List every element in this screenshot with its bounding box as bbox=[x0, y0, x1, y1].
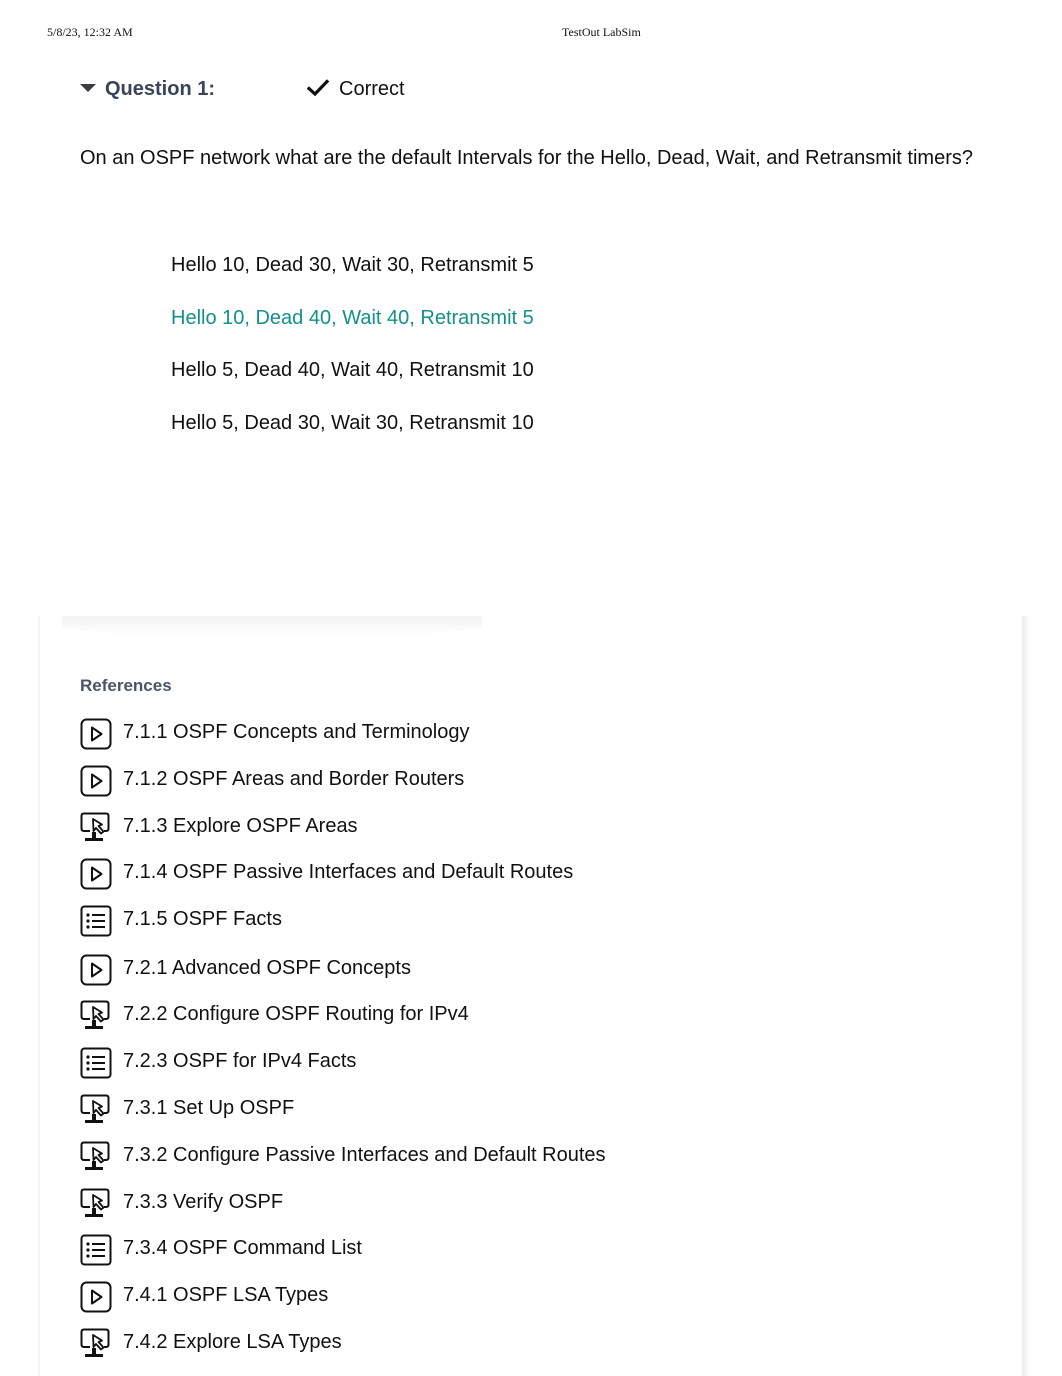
reference-label: 7.2.1 Advanced OSPF Concepts bbox=[123, 957, 411, 979]
reference-link[interactable]: 7.3.4 OSPF Command List bbox=[80, 1234, 780, 1266]
reference-link[interactable]: 7.2.2 Configure OSPF Routing for IPv4 bbox=[80, 1000, 780, 1032]
answer-option[interactable]: Hello 5, Dead 40, Wait 40, Retransmit 10 bbox=[171, 355, 534, 408]
checkmark-icon bbox=[306, 79, 330, 97]
demo-icon bbox=[80, 1328, 110, 1357]
reference-label: 7.3.4 OSPF Command List bbox=[123, 1237, 362, 1259]
answer-option[interactable]: Hello 5, Dead 30, Wait 30, Retransmit 10 bbox=[171, 408, 534, 461]
reference-link[interactable]: 7.1.5 OSPF Facts bbox=[80, 905, 780, 937]
print-date: 5/8/23, 12:32 AM bbox=[47, 25, 133, 39]
reference-link[interactable]: 7.1.3 Explore OSPF Areas bbox=[80, 812, 780, 844]
question-text: On an OSPF network what are the default … bbox=[80, 147, 973, 169]
references-title: References bbox=[80, 676, 172, 695]
result-status: Correct bbox=[339, 78, 405, 100]
answer-option[interactable]: Hello 10, Dead 30, Wait 30, Retransmit 5 bbox=[171, 250, 534, 303]
demo-icon bbox=[80, 1000, 110, 1029]
reference-label: 7.1.5 OSPF Facts bbox=[123, 908, 282, 930]
reference-link[interactable]: 7.1.4 OSPF Passive Interfaces and Defaul… bbox=[80, 858, 780, 890]
reference-label: 7.4.2 Explore LSA Types bbox=[123, 1331, 342, 1353]
reference-link[interactable]: 7.3.3 Verify OSPF bbox=[80, 1188, 780, 1220]
list-icon bbox=[80, 905, 112, 937]
reference-label: 7.1.1 OSPF Concepts and Terminology bbox=[123, 721, 470, 743]
answer-list: Hello 10, Dead 30, Wait 30, Retransmit 5… bbox=[171, 250, 534, 461]
reference-link[interactable]: 7.1.2 OSPF Areas and Border Routers bbox=[80, 765, 780, 797]
reference-link[interactable]: 7.4.1 OSPF LSA Types bbox=[80, 1281, 780, 1313]
reference-label: 7.3.2 Configure Passive Interfaces and D… bbox=[123, 1144, 606, 1166]
reference-link[interactable]: 7.3.2 Configure Passive Interfaces and D… bbox=[80, 1141, 780, 1173]
demo-icon bbox=[80, 1188, 110, 1217]
reference-label: 7.3.1 Set Up OSPF bbox=[123, 1097, 295, 1119]
reference-link[interactable]: 7.2.1 Advanced OSPF Concepts bbox=[80, 954, 780, 986]
question-label: Question 1: bbox=[105, 78, 216, 100]
question-header: Question 1: Correct bbox=[80, 78, 680, 106]
print-header: 5/8/23, 12:32 AM TestOut LabSim bbox=[47, 25, 1015, 41]
video-icon bbox=[80, 718, 112, 750]
reference-label: 7.1.2 OSPF Areas and Border Routers bbox=[123, 768, 465, 790]
answer-option-correct[interactable]: Hello 10, Dead 40, Wait 40, Retransmit 5 bbox=[171, 303, 534, 356]
reference-label: 7.2.3 OSPF for IPv4 Facts bbox=[123, 1050, 357, 1072]
reference-link[interactable]: 7.3.1 Set Up OSPF bbox=[80, 1094, 780, 1126]
video-icon bbox=[80, 954, 112, 986]
demo-icon bbox=[80, 1141, 110, 1170]
reference-link[interactable]: 7.4.2 Explore LSA Types bbox=[80, 1328, 780, 1360]
reference-label: 7.1.4 OSPF Passive Interfaces and Defaul… bbox=[123, 861, 574, 883]
video-icon bbox=[80, 765, 112, 797]
demo-icon bbox=[80, 812, 110, 841]
list-icon bbox=[80, 1047, 112, 1079]
print-title: TestOut LabSim bbox=[562, 25, 641, 39]
reference-link[interactable]: 7.2.3 OSPF for IPv4 Facts bbox=[80, 1047, 780, 1079]
reference-label: 7.1.3 Explore OSPF Areas bbox=[123, 815, 358, 837]
reference-label: 7.3.3 Verify OSPF bbox=[123, 1191, 284, 1213]
reference-label: 7.4.1 OSPF LSA Types bbox=[123, 1284, 329, 1306]
reference-link[interactable]: 7.1.1 OSPF Concepts and Terminology bbox=[80, 718, 780, 750]
video-icon bbox=[80, 858, 112, 890]
collapse-caret-icon[interactable] bbox=[80, 84, 96, 92]
reference-label: 7.2.2 Configure OSPF Routing for IPv4 bbox=[123, 1003, 469, 1025]
panel-top-shadow bbox=[62, 616, 482, 636]
video-icon bbox=[80, 1281, 112, 1313]
demo-icon bbox=[80, 1094, 110, 1123]
list-icon bbox=[80, 1234, 112, 1266]
